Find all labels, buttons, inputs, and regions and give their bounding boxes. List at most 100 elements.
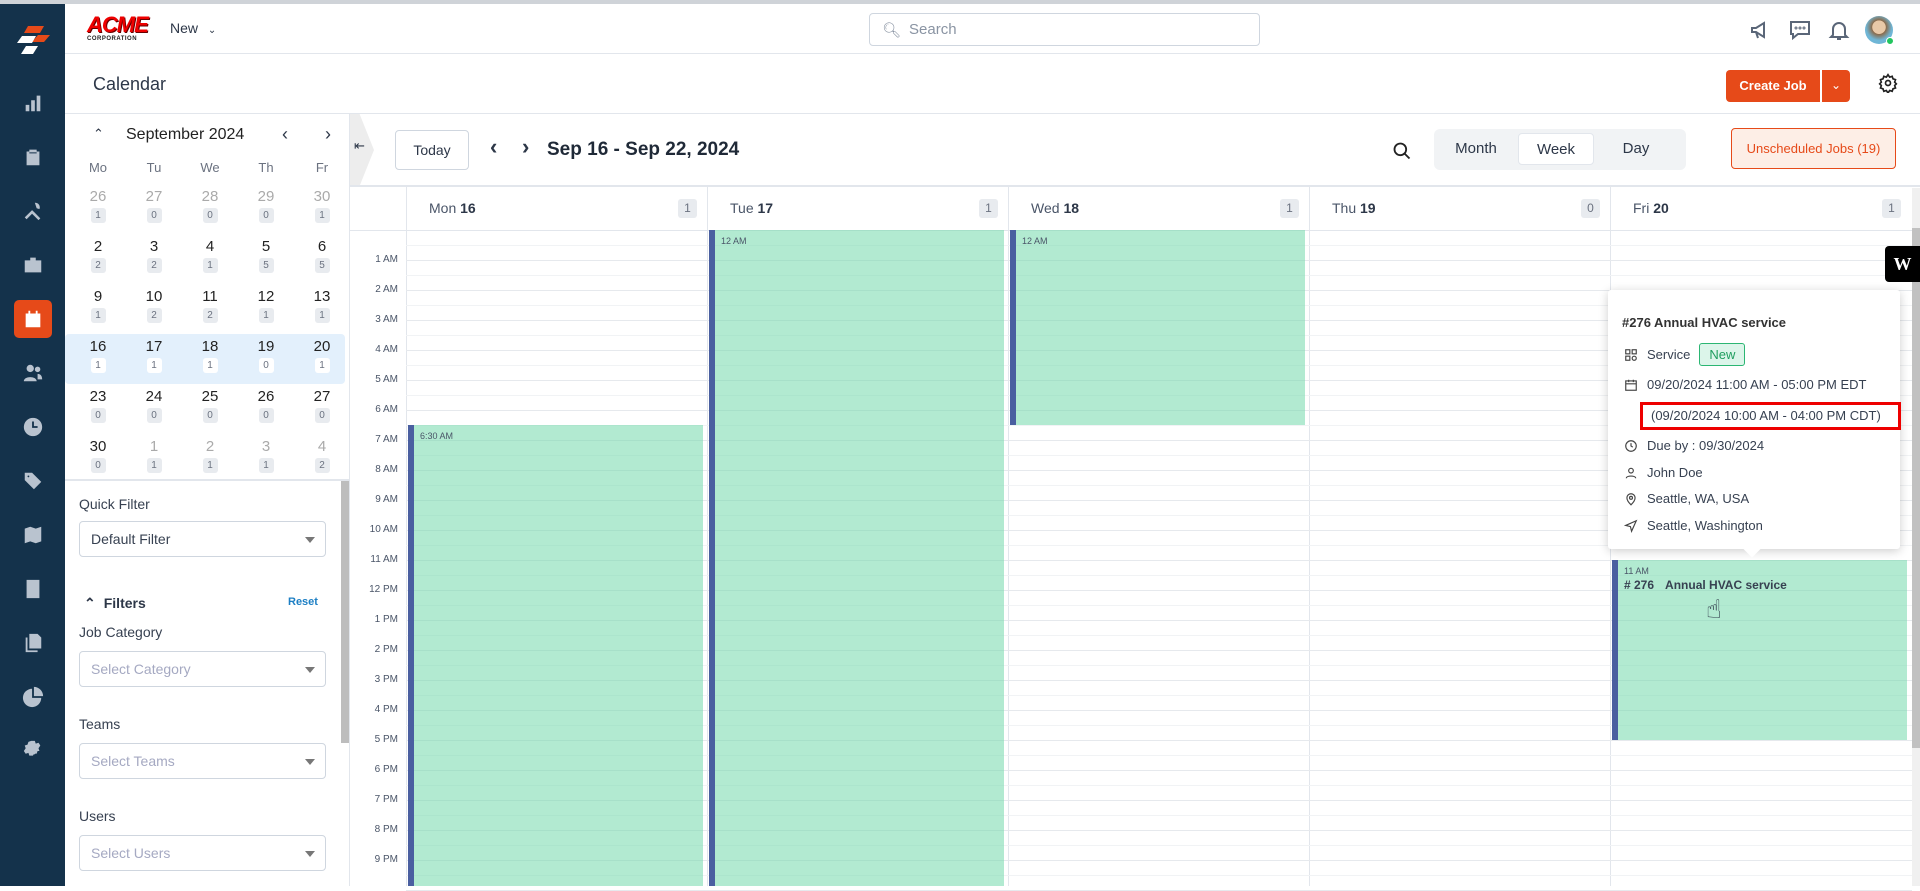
app-logo-icon[interactable]	[14, 24, 52, 60]
sidebar-item-briefcase[interactable]	[14, 246, 52, 284]
sidebar-item-pie-chart[interactable]	[14, 678, 52, 716]
job-count-badge: 1	[314, 208, 330, 223]
quick-filter-select[interactable]: Default Filter	[79, 521, 326, 557]
hour-label: 5 PM	[374, 734, 398, 745]
teams-select[interactable]: Select Teams	[79, 743, 326, 779]
reset-filters-link[interactable]: Reset	[288, 596, 318, 608]
calendar-event[interactable]: 12 AM	[709, 230, 1004, 886]
chat-icon[interactable]	[1788, 18, 1812, 42]
job-count-badge: 2	[146, 308, 162, 323]
day-header-thu[interactable]: Thu 19 0	[1309, 186, 1610, 230]
sidebar-item-settings[interactable]	[14, 732, 52, 770]
calendar-event[interactable]: 11 AM # 276 Annual HVAC service	[1612, 560, 1907, 740]
day-name: Thu	[1332, 200, 1357, 216]
mini-calendar-day[interactable]: 41	[182, 234, 238, 284]
mini-calendar-day[interactable]: 26 0	[238, 384, 294, 434]
mini-calendar-prev-button[interactable]: ‹	[282, 124, 288, 145]
bell-icon[interactable]	[1827, 18, 1851, 42]
collapse-calendar-icon[interactable]: ⌃	[93, 126, 104, 142]
mini-calendar-day[interactable]: 55	[238, 234, 294, 284]
mini-calendar-day[interactable]: 25 0	[182, 384, 238, 434]
megaphone-icon[interactable]	[1749, 18, 1773, 42]
sidebar-item-tools[interactable]	[14, 192, 52, 230]
create-job-dropdown-button[interactable]: ⌄	[1822, 70, 1850, 102]
mini-calendar-day[interactable]: 17 1	[126, 334, 182, 384]
mini-calendar-day[interactable]: 13 1	[294, 284, 350, 334]
day-job-count: 1	[1882, 199, 1901, 218]
search-events-icon[interactable]	[1392, 141, 1412, 166]
mini-calendar-day[interactable]: 23 0	[70, 384, 126, 434]
mini-calendar-day[interactable]: 16 1	[70, 334, 126, 384]
mini-calendar-day[interactable]: 18 1	[182, 334, 238, 384]
day-header-fri[interactable]: Fri 20 1	[1610, 186, 1911, 230]
weekday-label: Mo	[88, 160, 108, 175]
day-name: Mon	[429, 200, 457, 216]
collapse-panel-button[interactable]: ⇤	[350, 114, 374, 186]
new-menu[interactable]: New ⌄	[170, 20, 216, 36]
job-category-label: Job Category	[79, 624, 163, 640]
mini-calendar-day[interactable]: 65	[294, 234, 350, 284]
view-month-button[interactable]: Month	[1438, 133, 1514, 165]
mini-calendar-day[interactable]: 11 2	[182, 284, 238, 334]
sidebar-item-map[interactable]	[14, 516, 52, 554]
mini-calendar-day[interactable]: 27 0	[294, 384, 350, 434]
view-day-button[interactable]: Day	[1598, 133, 1674, 165]
mini-calendar-day[interactable]: 12 1	[238, 284, 294, 334]
w-widget-icon[interactable]: W	[1885, 246, 1920, 282]
mini-calendar-day[interactable]: 30 0	[70, 434, 126, 484]
mini-calendar-day[interactable]: 19 0	[238, 334, 294, 384]
mini-calendar-day[interactable]: 31	[238, 434, 294, 484]
mini-calendar-day[interactable]: 10 2	[126, 284, 182, 334]
sidebar-item-calendar[interactable]	[14, 300, 52, 338]
sidebar-item-invoice[interactable]	[14, 570, 52, 608]
search-input[interactable]: 🔍︎ Search	[869, 13, 1260, 46]
day-header-wed[interactable]: Wed 18 1	[1008, 186, 1309, 230]
sidebar-item-users[interactable]	[14, 354, 52, 392]
day-number: 2	[205, 438, 215, 455]
day-number: 17	[757, 200, 774, 216]
mini-calendar-day[interactable]: 30 1	[294, 184, 350, 234]
mini-calendar-day[interactable]: 21	[182, 434, 238, 484]
day-name: Fri	[1633, 200, 1650, 216]
mini-calendar-day[interactable]: 11	[126, 434, 182, 484]
sidebar-item-chart[interactable]	[14, 84, 52, 122]
mini-calendar-day[interactable]: 91	[70, 284, 126, 334]
day-number: 20	[313, 338, 331, 355]
view-week-button[interactable]: Week	[1518, 133, 1594, 165]
users-select[interactable]: Select Users	[79, 835, 326, 871]
mini-calendar-day[interactable]: 28 0	[182, 184, 238, 234]
grid-scrollbar[interactable]	[1912, 188, 1920, 886]
calendar-event[interactable]: 12 AM	[1010, 230, 1305, 425]
prev-week-button[interactable]: ‹	[490, 134, 497, 160]
chevron-down-icon: ⌄	[1830, 78, 1842, 92]
unscheduled-jobs-button[interactable]: Unscheduled Jobs (19)	[1731, 128, 1896, 169]
mini-calendar-day[interactable]: 20 1	[294, 334, 350, 384]
acme-logo[interactable]: ACME CORPORATION	[87, 14, 151, 44]
mini-calendar-day[interactable]: 26 1	[70, 184, 126, 234]
mini-calendar-day[interactable]: 42	[294, 434, 350, 484]
sidebar-item-tag[interactable]	[14, 462, 52, 500]
mini-calendar-day[interactable]: 24 0	[126, 384, 182, 434]
filter-scrollbar[interactable]	[341, 481, 349, 743]
mini-calendar-day[interactable]: 27 0	[126, 184, 182, 234]
day-header-tue[interactable]: Tue 17 1	[707, 186, 1008, 230]
sidebar-item-clipboard[interactable]	[14, 138, 52, 176]
mini-calendar-next-button[interactable]: ›	[325, 124, 331, 145]
sidebar-item-files[interactable]	[14, 624, 52, 662]
avatar[interactable]	[1865, 16, 1894, 45]
mini-calendar-day[interactable]: 32	[126, 234, 182, 284]
next-week-button[interactable]: ›	[522, 134, 529, 160]
sidebar-item-clock[interactable]	[14, 408, 52, 446]
today-button[interactable]: Today	[395, 130, 469, 170]
job-category-select[interactable]: Select Category	[79, 651, 326, 687]
mini-calendar-day[interactable]: 22	[70, 234, 126, 284]
filters-toggle[interactable]: ⌃ Filters	[84, 595, 146, 612]
calendar-event[interactable]: 6:30 AM	[408, 425, 703, 886]
settings-gear-icon[interactable]	[1878, 73, 1898, 95]
mini-calendar-day[interactable]: 29 0	[238, 184, 294, 234]
day-header-mon[interactable]: Mon 16 1	[406, 186, 707, 230]
job-count-badge: 0	[146, 408, 162, 423]
job-popover: #276 Annual HVAC service Service New 09/2…	[1608, 290, 1901, 558]
create-job-button[interactable]: Create Job	[1726, 70, 1820, 102]
weekday-label: We	[200, 160, 220, 175]
